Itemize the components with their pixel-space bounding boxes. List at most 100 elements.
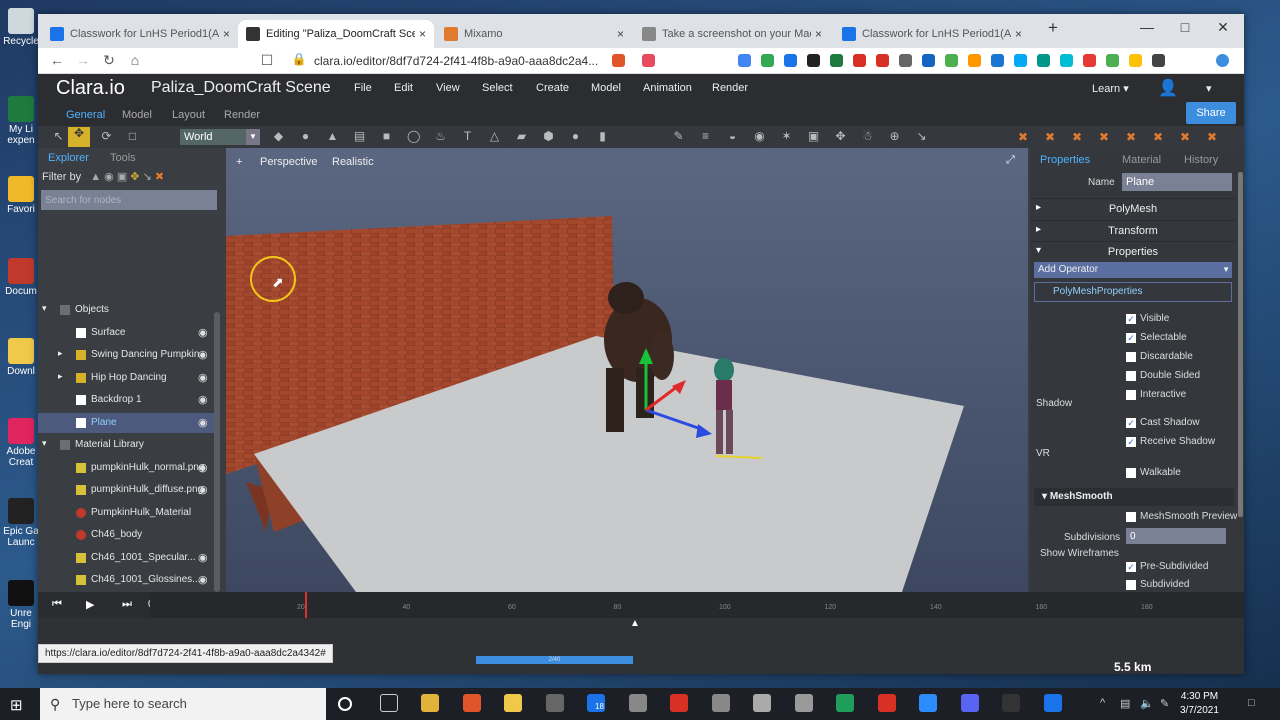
- desktop-icon[interactable]: Recycle: [2, 8, 40, 47]
- browser-tab[interactable]: Editing "Paliza_DoomCraft Scene" ×: [238, 20, 434, 48]
- menu-render[interactable]: Render: [712, 82, 748, 94]
- explorer-scrollbar[interactable]: [214, 312, 220, 592]
- menu-select[interactable]: Select: [482, 82, 513, 94]
- select-arrow-icon[interactable]: ↖: [52, 130, 65, 143]
- extension-icon[interactable]: [738, 54, 751, 67]
- section-properties[interactable]: ▾ Properties: [1030, 241, 1236, 261]
- filter-mesh-icon[interactable]: ▲: [90, 171, 101, 183]
- app3-icon[interactable]: [794, 694, 813, 712]
- browser-tab[interactable]: Mixamo ×: [436, 20, 632, 48]
- particle-icon[interactable]: ✶: [780, 130, 793, 143]
- checkbox[interactable]: [1126, 352, 1136, 362]
- cortana-icon[interactable]: [338, 697, 352, 711]
- tree-node[interactable]: ▾ Material Library: [38, 435, 216, 455]
- text-icon[interactable]: T: [461, 130, 474, 143]
- obs-icon[interactable]: [1002, 694, 1020, 712]
- check-discardable[interactable]: Discardable: [1126, 350, 1280, 364]
- checkbox[interactable]: [1126, 468, 1136, 478]
- torus-icon[interactable]: ◯: [407, 130, 420, 143]
- playhead[interactable]: [305, 592, 307, 618]
- desktop-icon[interactable]: My Li expen: [2, 96, 40, 146]
- operator-icon[interactable]: ✖: [1126, 131, 1138, 143]
- expand-chevron-icon[interactable]: ▸: [58, 348, 63, 359]
- extension-icon[interactable]: [968, 54, 981, 67]
- operator-icon[interactable]: ✖: [1018, 131, 1030, 143]
- camera-select[interactable]: Perspective: [260, 156, 317, 168]
- expand-chevron-icon[interactable]: ▾: [42, 438, 47, 449]
- tab-material[interactable]: Material: [1122, 154, 1161, 166]
- visibility-eye-icon[interactable]: ◉: [198, 551, 208, 564]
- extension-icon[interactable]: [784, 54, 797, 67]
- chrome-icon[interactable]: [421, 694, 439, 712]
- extension-icon[interactable]: [922, 54, 935, 67]
- tab-close-icon[interactable]: ×: [419, 27, 426, 41]
- timeline-ruler[interactable]: 20 40 60 80 100 120 140 160 180: [150, 592, 1244, 618]
- tree-node[interactable]: Ch46_1001_Specular... ◉: [38, 548, 216, 568]
- visibility-eye-icon[interactable]: ◉: [198, 483, 208, 496]
- task-view-icon[interactable]: [379, 694, 398, 712]
- browser-tab[interactable]: Classwork for LnHS Period1(A) 3D Me ×: [42, 20, 238, 48]
- box-icon[interactable]: ■: [380, 130, 393, 143]
- check-double-sided[interactable]: Double Sided: [1126, 369, 1280, 383]
- checkbox[interactable]: [1126, 371, 1136, 381]
- tree-node[interactable]: pumpkinHulk_diffuse.png ◉: [38, 480, 216, 500]
- tab-close-icon[interactable]: ×: [1015, 27, 1022, 41]
- filter-camera-icon[interactable]: ▣: [117, 171, 127, 183]
- light-icon[interactable]: ◒: [726, 130, 739, 143]
- operator-icon[interactable]: ✖: [1180, 131, 1192, 143]
- menu-animation[interactable]: Animation: [643, 82, 692, 94]
- share-button[interactable]: Share: [1186, 102, 1236, 124]
- desktop-icon[interactable]: Downl: [2, 338, 40, 377]
- character-icon[interactable]: ☃: [861, 130, 874, 143]
- checkbox[interactable]: [1126, 390, 1136, 400]
- mode-tab-render[interactable]: Render: [224, 109, 260, 121]
- forward-icon[interactable]: →: [74, 52, 92, 68]
- filter-material-icon[interactable]: ✖: [155, 171, 164, 183]
- play-icon[interactable]: ▶: [86, 598, 94, 611]
- extension-icon[interactable]: [899, 54, 912, 67]
- store-icon[interactable]: [545, 694, 564, 712]
- operator-icon[interactable]: ✖: [1153, 131, 1165, 143]
- calculator-icon[interactable]: [628, 694, 647, 712]
- cube-icon[interactable]: ◆: [272, 130, 285, 143]
- user-avatar-icon[interactable]: 👤: [1158, 78, 1178, 98]
- home-icon[interactable]: ⌂: [126, 52, 144, 68]
- section-polymesh[interactable]: ▸ PolyMesh: [1030, 198, 1236, 218]
- check-meshsmooth-preview[interactable]: MeshSmooth Preview: [1126, 510, 1280, 524]
- add-icon[interactable]: ⊕: [888, 130, 901, 143]
- skip-start-icon[interactable]: ⏮: [52, 598, 62, 611]
- tab-close-icon[interactable]: ×: [815, 27, 822, 41]
- reload-icon[interactable]: ↻: [100, 52, 118, 69]
- desktop-icon[interactable]: Unre Engi: [2, 580, 40, 630]
- extension-icon[interactable]: [1037, 54, 1050, 67]
- tree-node[interactable]: Ch46_body: [38, 525, 216, 545]
- mode-tab-layout[interactable]: Layout: [172, 109, 205, 121]
- skip-end-icon[interactable]: ⏭: [122, 598, 132, 611]
- desktop-icon[interactable]: Epic Ga Launc: [2, 498, 40, 548]
- extension-icon[interactable]: [945, 54, 958, 67]
- rewards-icon[interactable]: [642, 54, 655, 67]
- visibility-eye-icon[interactable]: ◉: [198, 573, 208, 586]
- volume-icon[interactable]: 🔈: [1140, 697, 1154, 710]
- operator-icon[interactable]: ✖: [1072, 131, 1084, 143]
- add-view-button[interactable]: +: [236, 156, 242, 168]
- tree-node[interactable]: Plane ◉: [38, 412, 216, 433]
- add-operator-select[interactable]: Add Operator ▼: [1034, 262, 1232, 278]
- tray-chevron-icon[interactable]: ^: [1100, 697, 1105, 709]
- zoom-icon[interactable]: [919, 694, 937, 712]
- lock-icon[interactable]: 🔒: [290, 52, 308, 66]
- mode-tab-general[interactable]: General: [66, 109, 105, 121]
- maximize-icon[interactable]: □: [1166, 14, 1204, 42]
- check-walkable[interactable]: Walkable: [1126, 466, 1280, 480]
- operator-icon[interactable]: ✖: [1045, 131, 1057, 143]
- expand-chevron-icon[interactable]: ▾: [42, 303, 47, 314]
- joint-icon[interactable]: ✥: [834, 130, 847, 143]
- bookmark-icon[interactable]: ☐: [258, 52, 276, 69]
- extension-icon[interactable]: [761, 54, 774, 67]
- filter-light-icon[interactable]: ◉: [104, 171, 114, 183]
- app6-icon[interactable]: [1043, 694, 1062, 712]
- node-search-input[interactable]: [41, 190, 217, 210]
- extension-icon[interactable]: [1106, 54, 1119, 67]
- visibility-eye-icon[interactable]: ◉: [198, 348, 208, 361]
- new-tab-button[interactable]: +: [1044, 18, 1062, 38]
